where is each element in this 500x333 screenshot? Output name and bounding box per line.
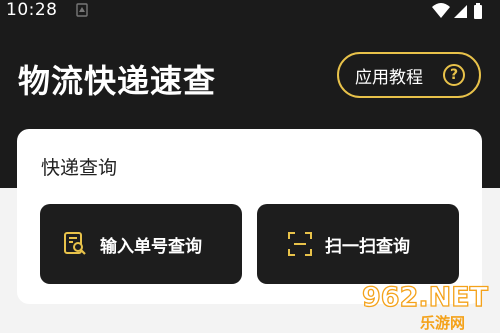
- system-icons: [432, 3, 482, 19]
- status-time: 10:28: [6, 0, 58, 20]
- scan-button[interactable]: 扫一扫查询: [257, 204, 459, 284]
- scan-icon: [288, 232, 312, 256]
- page-title: 物流快递速查: [18, 62, 217, 100]
- wifi-icon: [432, 3, 450, 18]
- battery-icon: [474, 3, 482, 19]
- tutorial-button[interactable]: 应用教程 ?: [337, 52, 481, 98]
- enter-tracking-number-button[interactable]: 输入单号查询: [40, 204, 242, 284]
- watermark-brand: 962.NET: [361, 281, 489, 313]
- tutorial-label: 应用教程: [355, 67, 423, 88]
- status-bar: 10:28: [0, 0, 500, 22]
- help-icon: ?: [443, 64, 465, 86]
- site-watermark: 962.NET 乐游网: [360, 278, 500, 333]
- notification-icon: [76, 3, 88, 17]
- search-document-icon: [64, 232, 86, 255]
- watermark-subtitle: 乐游网: [420, 314, 466, 332]
- scan-label: 扫一扫查询: [325, 236, 410, 257]
- signal-icon: [454, 5, 467, 18]
- enter-tracking-number-label: 输入单号查询: [100, 236, 202, 257]
- card-title: 快递查询: [41, 157, 118, 179]
